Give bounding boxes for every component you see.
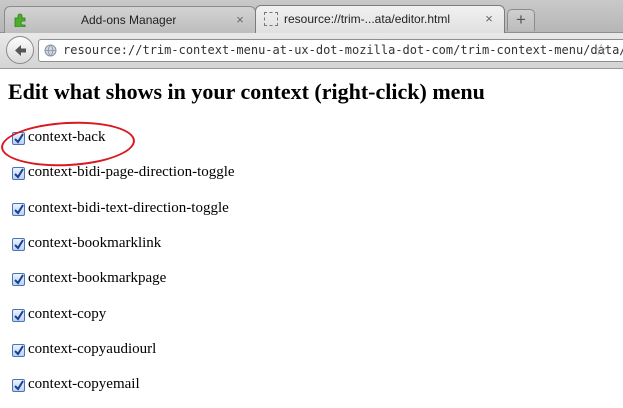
item-label: context-bookmarklink	[28, 235, 162, 251]
tab-close-button[interactable]: ×	[233, 13, 247, 27]
item-label: context-bidi-text-direction-toggle	[28, 200, 229, 216]
tab-strip: Add-ons Manager × resource://trim-...ata…	[0, 0, 623, 33]
tab-close-button[interactable]: ×	[482, 12, 496, 26]
checkbox[interactable]	[12, 238, 25, 251]
globe-icon	[44, 44, 57, 57]
checkbox[interactable]	[12, 273, 25, 286]
tab-addons-manager[interactable]: Add-ons Manager ×	[4, 6, 256, 33]
item-label: context-bookmarkpage	[28, 270, 167, 286]
checkbox[interactable]	[12, 344, 25, 357]
new-tab-button[interactable]: +	[507, 9, 535, 31]
page-title: Edit what shows in your context (right-c…	[8, 79, 485, 104]
url-bar[interactable]: resource://trim-context-menu-at-ux-dot-m…	[38, 39, 623, 62]
back-button[interactable]	[6, 36, 34, 64]
bookmark-star-icon[interactable]: ☆	[594, 40, 608, 60]
blank-page-icon	[264, 12, 278, 26]
checkbox[interactable]	[12, 167, 25, 180]
item-label: context-copy	[28, 306, 107, 322]
tab-editor[interactable]: resource://trim-...ata/editor.html ×	[255, 5, 505, 33]
back-arrow-icon	[15, 45, 26, 56]
tab-title: Add-ons Manager	[81, 13, 177, 27]
navigation-bar: resource://trim-context-menu-at-ux-dot-m…	[0, 33, 623, 69]
page-content: Edit what shows in your context (right-c…	[0, 69, 623, 408]
checkbox[interactable]	[12, 379, 25, 392]
item-label: context-copyaudiourl	[28, 341, 157, 357]
url-text: resource://trim-context-menu-at-ux-dot-m…	[63, 43, 623, 57]
puzzle-piece-icon	[13, 13, 27, 28]
item-label: context-bidi-page-direction-toggle	[28, 164, 235, 180]
tab-title: resource://trim-...ata/editor.html	[284, 12, 451, 26]
item-label: context-copyemail	[28, 376, 140, 392]
checkbox[interactable]	[12, 309, 25, 322]
checkbox[interactable]	[12, 203, 25, 216]
